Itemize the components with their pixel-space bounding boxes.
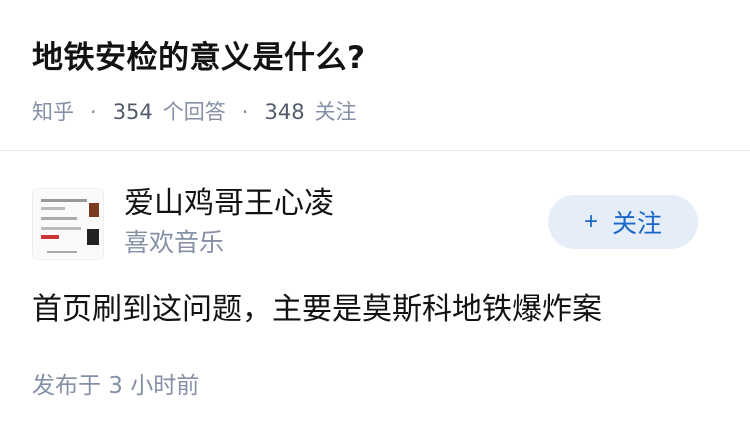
question-title[interactable]: 地铁安检的意义是什么? — [32, 28, 718, 88]
plus-icon: + — [583, 208, 598, 235]
answers-label[interactable]: 个回答 — [163, 94, 226, 130]
answers-count: 354 — [112, 100, 153, 124]
followers-count: 348 — [264, 100, 305, 124]
question-header: 地铁安检的意义是什么? 知乎 · 354 个回答 · 348 关注 — [32, 28, 718, 130]
publish-time: 发布于 3 小时前 — [32, 373, 200, 399]
source-label[interactable]: 知乎 — [32, 94, 74, 130]
question-meta: 知乎 · 354 个回答 · 348 关注 — [32, 94, 718, 130]
avatar-image — [33, 189, 103, 259]
author-bio: 喜欢音乐 — [124, 228, 225, 257]
followers-label[interactable]: 关注 — [315, 94, 357, 130]
separator-dot: · — [90, 100, 97, 124]
author-avatar[interactable] — [32, 188, 104, 260]
separator-dot: · — [241, 100, 249, 124]
answer-text[interactable]: 首页刷到这问题，主要是莫斯科地铁爆炸案 — [32, 286, 718, 334]
divider — [0, 150, 750, 151]
author-name[interactable]: 爱山鸡哥王心凌 — [124, 183, 334, 225]
follow-button-label: 关注 — [612, 210, 663, 238]
follow-button[interactable]: + 关注 — [548, 195, 698, 249]
author-row: 爱山鸡哥王心凌 喜欢音乐 + 关注 — [32, 183, 698, 263]
